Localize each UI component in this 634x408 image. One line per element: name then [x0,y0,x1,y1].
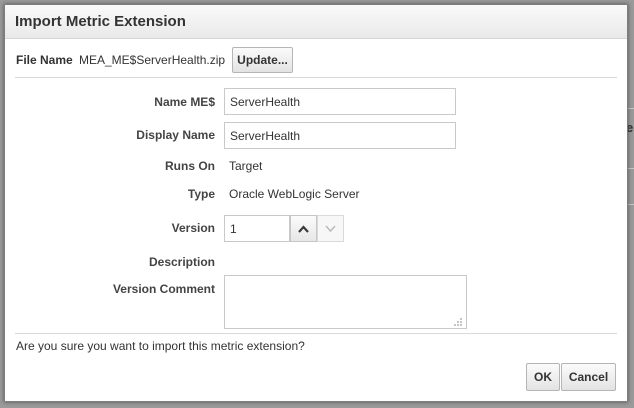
version-increment-button[interactable] [290,215,317,242]
file-name-value: MEA_ME$ServerHealth.zip [79,53,226,67]
name-label: Name ME$ [154,95,215,109]
divider [15,333,617,334]
ok-button[interactable]: OK [526,363,560,391]
dialog-title: Import Metric Extension [15,13,186,30]
version-label: Version [171,221,215,235]
cancel-button[interactable]: Cancel [561,363,616,391]
update-button[interactable]: Update... [232,47,293,73]
version-decrement-button[interactable] [317,215,344,242]
file-name-label: File Name [16,53,73,67]
name-input[interactable] [224,88,456,115]
divider [15,77,617,78]
type-label: Type [187,187,215,201]
type-value: Oracle WebLogic Server [229,187,360,201]
display-name-input[interactable] [224,122,456,149]
description-label: Description [148,255,215,269]
import-metric-extension-dialog: Import Metric Extension File Name MEA_ME… [4,4,628,402]
chevron-down-icon [325,224,336,232]
confirm-message: Are you sure you want to import this met… [16,339,305,353]
version-comment-textarea[interactable] [224,275,467,329]
version-comment-label: Version Comment [112,282,215,296]
display-name-label: Display Name [136,128,215,142]
version-input[interactable] [224,215,290,242]
chevron-up-icon [298,224,309,233]
file-name-row: File Name MEA_ME$ServerHealth.zip [16,53,225,67]
runs-on-label: Runs On [165,159,215,173]
runs-on-value: Target [229,159,263,173]
dialog-titlebar[interactable]: Import Metric Extension [5,5,627,39]
resize-grip-icon[interactable] [453,317,463,327]
